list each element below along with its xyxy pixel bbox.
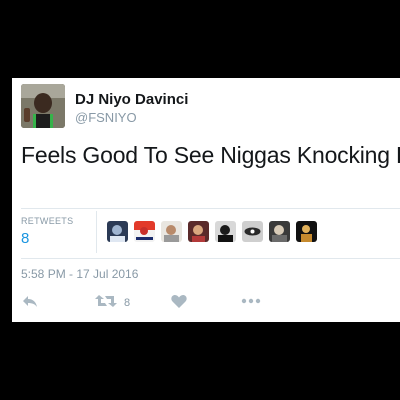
stats-vertical-divider [96, 211, 97, 253]
retweeter-avatar[interactable] [296, 221, 317, 242]
retweeter-avatar[interactable] [215, 221, 236, 242]
retweet-action-count: 8 [124, 297, 131, 309]
stats-top-divider [21, 208, 400, 209]
tweet-text: Feels Good To See Niggas Knocking Pigs O… [21, 142, 400, 168]
author-display-name[interactable]: DJ Niyo Davinci [75, 91, 188, 108]
author-avatar[interactable] [21, 84, 65, 128]
retweeter-avatar[interactable] [269, 221, 290, 242]
tweet-card: DJ Niyo Davinci @FSNIYO Feels Good To Se… [12, 78, 400, 322]
retweeter-avatar[interactable] [107, 221, 128, 242]
reply-icon[interactable] [21, 292, 39, 314]
retweeter-avatar[interactable] [134, 221, 155, 242]
retweet-icon[interactable] [94, 292, 118, 314]
retweeter-avatar[interactable] [161, 221, 182, 242]
more-dots-icon[interactable] [240, 292, 262, 314]
retweets-count[interactable]: 8 [21, 230, 29, 247]
tweet-timestamp[interactable]: 5:58 PM - 17 Jul 2016 [21, 267, 138, 281]
stats-bottom-divider [21, 258, 400, 259]
retweeter-avatar[interactable] [242, 221, 263, 242]
author-handle[interactable]: @FSNIYO [75, 110, 137, 125]
retweeter-avatar[interactable] [188, 221, 209, 242]
retweets-label: RETWEETS [21, 216, 74, 226]
heart-icon[interactable] [170, 292, 188, 314]
